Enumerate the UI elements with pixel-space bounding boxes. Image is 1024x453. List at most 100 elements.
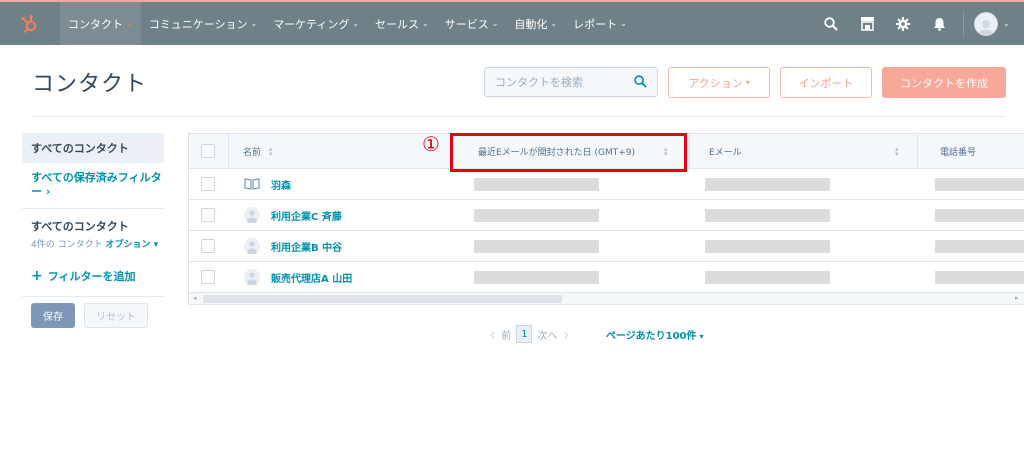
create-contact-label: コンタクトを作成: [900, 76, 988, 90]
sidebar-divider: [22, 296, 164, 297]
search-icon[interactable]: [813, 2, 849, 45]
row-checkbox[interactable]: [201, 239, 215, 253]
create-contact-button[interactable]: コンタクトを作成: [882, 67, 1006, 98]
column-divider: [917, 134, 918, 169]
search-icon: [634, 75, 647, 91]
import-button[interactable]: インポート: [780, 67, 872, 98]
nav-sales[interactable]: セールス ⌄: [367, 2, 437, 45]
annotation-highlight-box: [450, 133, 687, 172]
nav-divider: [963, 10, 964, 37]
chevron-down-icon: ⌄: [352, 19, 360, 28]
account-menu[interactable]: ⌄: [974, 11, 1024, 36]
nav-contacts[interactable]: コンタクト ⌄: [60, 2, 141, 45]
nav-automation[interactable]: 自動化 ⌄: [506, 2, 565, 45]
redacted-cell: [474, 178, 599, 191]
avatar: [974, 11, 998, 36]
select-all-checkbox[interactable]: [201, 144, 215, 158]
table-row[interactable]: 利用企業B 中谷: [189, 231, 1024, 262]
redacted-cell: [474, 209, 599, 222]
nav-conversations[interactable]: コミュニケーション ⌄: [141, 2, 265, 45]
import-label: インポート: [798, 76, 854, 90]
row-checkbox[interactable]: [201, 177, 215, 191]
header-divider: [32, 116, 1006, 117]
nav-label: コミュニケーション: [148, 17, 248, 31]
contact-count-text: 4件の コンタクト: [31, 240, 103, 250]
chevron-down-icon: ⌄: [620, 19, 627, 28]
chevron-down-icon: ⌄: [491, 19, 499, 28]
column-label: Eメール: [709, 148, 742, 158]
contact-name-link[interactable]: 羽森: [271, 169, 291, 199]
prev-page-link[interactable]: 前: [501, 327, 511, 342]
filter-sidebar: すべてのコンタクト すべての保存済みフィルター › すべてのコンタクト 4件の …: [22, 133, 164, 297]
chevron-left-icon[interactable]: ‹: [489, 325, 495, 344]
table-row[interactable]: 販売代理店A 山田: [189, 262, 1024, 293]
sidebar-divider: [22, 208, 164, 209]
contact-search-input[interactable]: コンタクトを検索: [484, 67, 658, 97]
row-checkbox[interactable]: [201, 208, 215, 222]
bell-icon[interactable]: [921, 2, 957, 45]
actions-button[interactable]: アクション ▾: [668, 67, 770, 98]
chevron-down-icon: ⌄: [250, 19, 258, 28]
redacted-cell: [935, 240, 1024, 253]
scroll-right-icon[interactable]: ▸: [1015, 294, 1019, 302]
table-row[interactable]: 羽森: [189, 169, 1024, 200]
save-button[interactable]: 保存: [31, 303, 75, 328]
nav-label: レポート: [573, 17, 618, 31]
options-link[interactable]: オプション ▾: [105, 240, 158, 250]
row-checkbox[interactable]: [201, 270, 215, 284]
contact-name-link[interactable]: 利用企業B 中谷: [271, 231, 342, 261]
chevron-down-icon: ⌄: [422, 19, 429, 28]
hubspot-logo-icon[interactable]: [0, 2, 60, 45]
marketplace-icon[interactable]: [849, 2, 885, 45]
annotation-marker: ①: [422, 132, 440, 156]
redacted-cell: [935, 178, 1024, 191]
contact-count: 4件の コンタクト オプション ▾: [22, 237, 164, 250]
redacted-cell: [705, 178, 830, 191]
column-divider: [689, 134, 690, 169]
chevron-down-icon: ⌄: [550, 19, 558, 28]
sort-icon: ▴ ▾: [269, 145, 273, 158]
chevron-right-icon[interactable]: ›: [563, 325, 569, 344]
scroll-left-icon[interactable]: ◂: [193, 294, 197, 302]
top-nav-bar: コンタクト ⌄ コミュニケーション ⌄ マーケティング ⌄ セールス ⌄ サービス ⌄ 自…: [0, 0, 1024, 45]
caret-down-icon: ▾: [699, 331, 704, 341]
pagination: ‹ 前 1 次へ › ページあたり100件 ▾: [483, 323, 704, 345]
saved-filters-link[interactable]: すべての保存済みフィルター ›: [22, 171, 164, 199]
nav-service[interactable]: サービス ⌄: [437, 2, 507, 45]
reset-button[interactable]: リセット: [84, 303, 148, 328]
next-page-link[interactable]: 次へ: [537, 327, 557, 342]
redacted-cell: [705, 209, 830, 222]
redacted-cell: [935, 271, 1024, 284]
nav-label: コンタクト: [68, 17, 123, 31]
gear-icon[interactable]: [885, 2, 921, 45]
column-header-email[interactable]: Eメール ▴ ▾: [709, 134, 904, 169]
per-page-dropdown[interactable]: ページあたり100件 ▾: [606, 327, 704, 342]
column-header-name[interactable]: 名前 ▴ ▾: [243, 134, 273, 169]
add-filter-link[interactable]: + フィルターを追加: [22, 268, 164, 284]
horizontal-scrollbar[interactable]: ◂ ▸: [189, 293, 1024, 304]
redacted-cell: [705, 240, 830, 253]
per-page-label: ページあたり100件: [605, 330, 697, 342]
column-header-phone[interactable]: 電話番号: [940, 134, 976, 169]
contact-avatar-icon: [244, 207, 260, 225]
table-row[interactable]: 利用企業C 斉藤: [189, 200, 1024, 231]
sort-icon: ▴ ▾: [895, 145, 899, 158]
current-page[interactable]: 1: [516, 325, 533, 343]
redacted-cell: [474, 271, 599, 284]
contact-name-link[interactable]: 利用企業C 斉藤: [271, 200, 342, 230]
nav-label: 自動化: [514, 17, 548, 31]
sidebar-item-all-contacts[interactable]: すべてのコンタクト: [22, 133, 164, 163]
nav-marketing[interactable]: マーケティング ⌄: [265, 2, 367, 45]
nav-label: サービス: [444, 17, 489, 31]
scrollbar-thumb[interactable]: [203, 295, 562, 303]
chevron-down-icon: ⌄: [1003, 19, 1010, 28]
add-filter-label: フィルターを追加: [47, 270, 136, 283]
redacted-cell: [705, 271, 830, 284]
nav-label: マーケティング: [273, 17, 350, 31]
search-placeholder: コンタクトを検索: [495, 76, 583, 89]
nav-reports[interactable]: レポート ⌄: [565, 2, 635, 45]
chevron-down-icon: ⌄: [126, 19, 133, 28]
book-icon: [244, 176, 260, 192]
contact-name-link[interactable]: 販売代理店A 山田: [271, 262, 352, 292]
plus-icon: +: [31, 268, 43, 284]
